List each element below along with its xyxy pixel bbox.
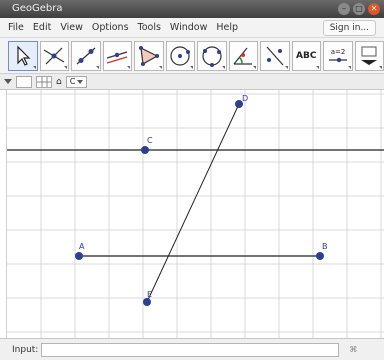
graphics-view[interactable]: A B C D E bbox=[6, 90, 384, 338]
circle-through-points-icon bbox=[202, 45, 222, 67]
menu-edit[interactable]: Edit bbox=[33, 22, 51, 33]
menu-bar: File Edit View Options Tools Window Help… bbox=[0, 18, 384, 38]
point-capture-dropdown[interactable]: C bbox=[65, 75, 88, 88]
input-bar: Input: ⌘ bbox=[0, 338, 384, 360]
style-bar: ⌂ C bbox=[0, 74, 384, 90]
reflect-about-line-icon bbox=[266, 46, 284, 65]
sign-in-button[interactable]: Sign in... bbox=[322, 20, 376, 36]
menu-help[interactable]: Help bbox=[216, 22, 238, 33]
angle-tool-button[interactable] bbox=[228, 40, 258, 71]
polygon-tool-button[interactable] bbox=[134, 40, 164, 71]
show-axes-icon[interactable] bbox=[16, 75, 32, 88]
perpendicular-line-icon bbox=[107, 50, 128, 64]
label-a: A bbox=[79, 242, 85, 251]
point-a[interactable] bbox=[75, 252, 83, 260]
move-tool-button[interactable] bbox=[8, 40, 38, 71]
close-button[interactable]: ✕ bbox=[368, 3, 380, 15]
angle-icon bbox=[233, 47, 253, 65]
grid bbox=[7, 90, 384, 338]
points: A B C D E bbox=[75, 94, 328, 306]
segment-ed[interactable] bbox=[146, 103, 240, 303]
circle-three-points-tool-button[interactable] bbox=[197, 40, 227, 71]
circle-with-center-icon bbox=[170, 45, 191, 66]
arrow-pointer-icon bbox=[17, 45, 31, 66]
input-label: Input: bbox=[12, 344, 39, 355]
line-tool-button[interactable] bbox=[71, 40, 101, 71]
tool-bar: ABC a=2 bbox=[0, 38, 384, 74]
circle-tool-button[interactable] bbox=[165, 40, 195, 71]
menu-options[interactable]: Options bbox=[92, 22, 129, 33]
window-controls: – □ ✕ bbox=[338, 3, 380, 15]
input-help-icon[interactable]: ⌘ bbox=[349, 345, 357, 354]
menu-view[interactable]: View bbox=[60, 22, 83, 33]
menu-file[interactable]: File bbox=[8, 22, 24, 33]
home-icon[interactable]: ⌂ bbox=[56, 77, 62, 87]
label-c: C bbox=[147, 136, 153, 145]
title-bar: GeoGebra – □ ✕ bbox=[0, 0, 384, 18]
move-graphics-view-icon bbox=[361, 46, 378, 65]
text-abc-icon: ABC bbox=[296, 50, 317, 61]
point-capture-value: C bbox=[69, 77, 76, 86]
label-b: B bbox=[322, 242, 328, 251]
perpendicular-line-tool-button[interactable] bbox=[102, 40, 132, 71]
window-title: GeoGebra bbox=[12, 3, 63, 14]
reflect-tool-button[interactable] bbox=[260, 40, 290, 71]
svg-text:a=2: a=2 bbox=[330, 48, 345, 56]
menu-window[interactable]: Window bbox=[170, 22, 207, 33]
minimize-button[interactable]: – bbox=[338, 3, 350, 15]
label-d: D bbox=[242, 94, 248, 103]
point-tool-button[interactable] bbox=[39, 40, 69, 71]
point-b[interactable] bbox=[316, 252, 324, 260]
construction-lines bbox=[7, 103, 384, 303]
input-field[interactable] bbox=[41, 342, 340, 357]
line-through-points-icon bbox=[76, 47, 96, 64]
show-grid-icon[interactable] bbox=[36, 75, 52, 88]
move-graphics-tool-button[interactable] bbox=[354, 40, 384, 71]
label-e: E bbox=[147, 290, 152, 299]
menu-tools[interactable]: Tools bbox=[138, 22, 161, 33]
polygon-icon bbox=[138, 45, 159, 66]
point-e[interactable] bbox=[143, 298, 151, 306]
maximize-button[interactable]: □ bbox=[353, 3, 365, 15]
toggle-style-bar-icon[interactable] bbox=[4, 79, 12, 84]
chevron-down-icon bbox=[77, 79, 84, 84]
point-on-lines-icon bbox=[43, 47, 65, 64]
point-c[interactable] bbox=[141, 146, 149, 154]
slider-icon: a=2 bbox=[328, 48, 347, 62]
graphics-canvas[interactable]: A B C D E bbox=[7, 90, 384, 338]
slider-tool-button[interactable]: a=2 bbox=[323, 40, 353, 71]
text-tool-button[interactable]: ABC bbox=[291, 40, 321, 71]
